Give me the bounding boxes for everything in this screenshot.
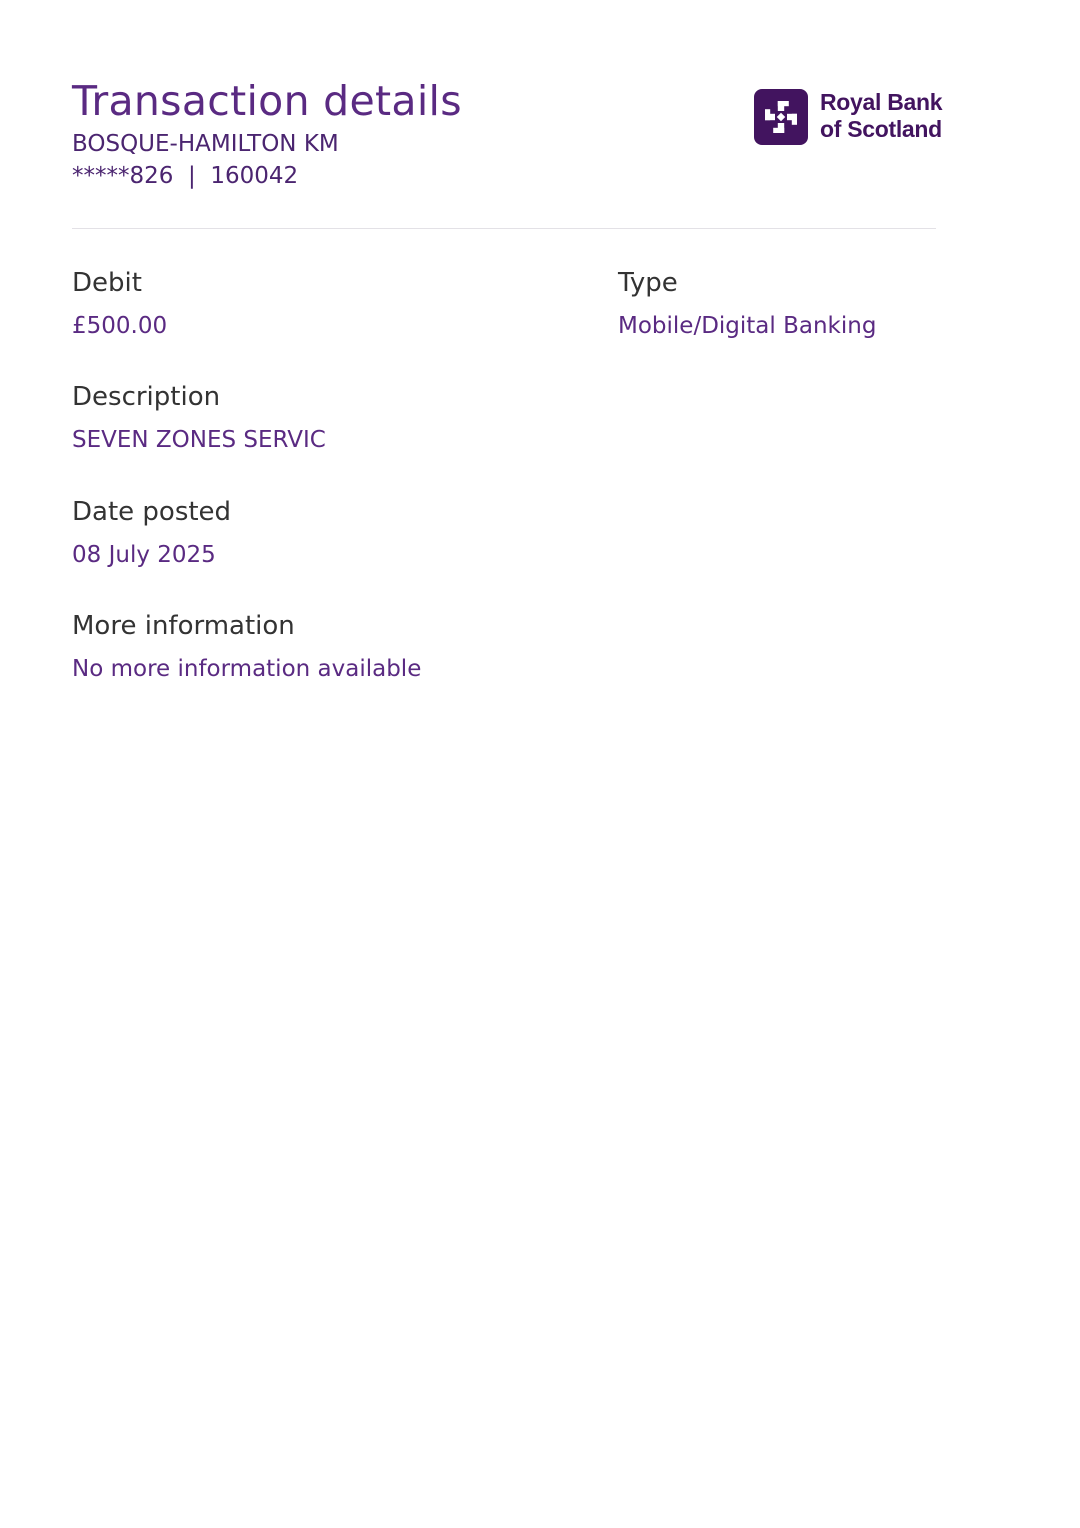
more-information-field: More information No more information ava… [72,611,421,683]
more-information-label: More information [72,611,295,641]
account-numbers: *****826 | 160042 [72,163,299,189]
date-posted-field: Date posted 08 July 2025 [72,497,231,569]
description-field: Description SEVEN ZONES SERVIC [72,382,326,454]
rbs-daisy-wheel-icon [754,89,808,145]
date-posted-label: Date posted [72,497,232,527]
debit-label: Debit [72,268,142,298]
debit-value: £500.00 [72,313,168,339]
bank-logo: Royal Bank of Scotland [754,89,944,147]
description-label: Description [72,382,221,412]
type-field: Type Mobile/Digital Banking [618,268,876,340]
debit-field: Debit £500.00 [72,268,167,340]
type-label: Type [618,268,678,298]
description-value: SEVEN ZONES SERVIC [72,427,326,453]
header-divider [72,228,936,229]
bank-logo-line2: of Scotland [820,116,942,142]
bank-logo-text: Royal Bank of Scotland [820,89,943,143]
type-value: Mobile/Digital Banking [618,313,877,339]
date-posted-value: 08 July 2025 [72,542,216,568]
bank-logo-line1: Royal Bank [820,89,943,115]
transaction-details-page: Transaction details BOSQUE-HAMILTON KM *… [0,0,1080,1528]
more-information-value: No more information available [72,656,422,682]
